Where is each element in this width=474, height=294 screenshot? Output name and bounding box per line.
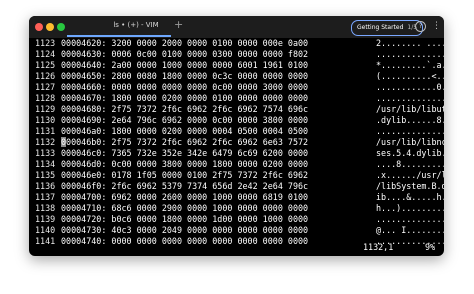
hex-bytes: 00004680: 2f75 7372 2f6c 6962 2f6c 6962 … — [61, 104, 309, 114]
hexdump-line[interactable]: 1135 000046e0: 0178 1f05 0000 0100 2f75 7… — [35, 170, 444, 181]
hexdump-line[interactable]: 1132 000046b0: 2f75 7372 2f6c 6962 2f6c 6… — [35, 137, 444, 148]
hexdump-line[interactable]: 1140 00004730: 40c3 0000 2049 0000 0000 0… — [35, 225, 444, 236]
hexdump-line[interactable]: 1134 000046d0: 0c00 0000 3800 0000 1800 0… — [35, 159, 444, 170]
hexdump-line[interactable]: 1124 00004630: 0006 0c00 0100 0000 0300 0… — [35, 49, 444, 60]
cursor-position: 1132,1 — [363, 242, 394, 252]
hex-bytes: 00004740: 0000 0000 0000 0000 0000 0000 … — [61, 236, 309, 246]
ascii-column: @... I.......... — [376, 225, 444, 235]
scroll-percent: 9% — [425, 242, 436, 252]
vim-terminal-window: ls • (+) - VIM + Getting Started 1/5 ? ⋮ … — [29, 16, 444, 256]
hex-bytes: 000046a0: 1800 0000 0200 0000 0004 0500 … — [61, 126, 309, 136]
hexdump-line[interactable]: 1138 00004710: 68c6 0000 2900 0000 1000 0… — [35, 203, 444, 214]
hex-bytes: 00004660: 0000 0000 0000 0000 0c00 0000 … — [61, 82, 309, 92]
hex-bytes: 00004730: 40c3 0000 2049 0000 0000 0000 … — [61, 225, 309, 235]
hexdump-line[interactable]: 1139 00004720: b0c6 0000 1800 0000 1d00 0… — [35, 214, 444, 225]
active-tab-indicator — [67, 35, 171, 37]
new-tab-button[interactable]: + — [174, 19, 183, 31]
ascii-column: /usr/lib/libutil — [376, 104, 444, 114]
line-number: 1131 — [35, 126, 56, 136]
more-options-icon[interactable]: ⋮ — [432, 19, 441, 33]
line-number: 1135 — [35, 170, 56, 180]
hexdump-line[interactable]: 1126 00004650: 2800 0080 1800 0000 0c3c 0… — [35, 71, 444, 82]
title-bar: ls • (+) - VIM + Getting Started 1/5 ? ⋮ — [29, 16, 444, 38]
hexdump-line[interactable]: 1137 00004700: 6962 0000 2600 0000 1000 0… — [35, 192, 444, 203]
hexdump-line[interactable]: 1125 00004640: 2a00 0000 1000 0000 0000 6… — [35, 60, 444, 71]
getting-started-button[interactable]: Getting Started 1/5 — [351, 20, 424, 36]
zoom-window-button[interactable] — [57, 23, 65, 31]
line-number: 1138 — [35, 203, 56, 213]
line-number: 1123 — [35, 38, 56, 48]
hex-bytes: 00004700: 6962 0000 2600 0000 1000 0000 … — [61, 192, 309, 202]
hex-bytes: 00004720: b0c6 0000 1800 0000 1d00 0000 … — [61, 214, 309, 224]
line-number: 1134 — [35, 159, 56, 169]
ascii-column: h...)........... — [376, 203, 444, 213]
line-number: 1127 — [35, 82, 56, 92]
help-icon[interactable]: ? — [415, 21, 426, 32]
line-number: 1126 — [35, 71, 56, 81]
ascii-column: /libSystem.B.dyl — [376, 181, 444, 191]
line-number: 1141 — [35, 236, 56, 246]
line-number: 1136 — [35, 181, 56, 191]
ascii-column: ................ — [376, 214, 444, 224]
hexdump-line[interactable]: 1133 000046c0: 7365 732e 352e 342e 6479 6… — [35, 148, 444, 159]
ascii-column: ............0... — [376, 82, 444, 92]
hex-bytes: 00004650: 2800 0080 1800 0000 0c3c 0000 … — [61, 71, 309, 81]
ascii-column: (..........<..... — [376, 71, 444, 81]
line-number: 1132 — [35, 137, 56, 147]
cursor: 0 — [61, 137, 67, 147]
ascii-column: ib....&.....h... — [376, 192, 444, 202]
line-number: 1140 — [35, 225, 56, 235]
hex-bytes: 00004690: 2e64 796c 6962 0000 0c00 0000 … — [61, 115, 309, 125]
line-number: 1128 — [35, 93, 56, 103]
hex-bytes: 00004670: 1800 0000 0200 0000 0100 0000 … — [61, 93, 309, 103]
line-number: 1130 — [35, 115, 56, 125]
minimize-window-button[interactable] — [46, 23, 54, 31]
line-number: 1139 — [35, 214, 56, 224]
ascii-column: .x....../usr/lib — [376, 170, 444, 180]
close-window-button[interactable] — [35, 23, 43, 31]
ascii-column: ses.5.4.dylib... — [376, 148, 444, 158]
ascii-column: *.........`.a. — [376, 60, 444, 70]
hexdump-line[interactable]: 1136 000046f0: 2f6c 6962 5379 7374 656d 2… — [35, 181, 444, 192]
hex-bytes: 000046e0: 0178 1f05 0000 0100 2f75 7372 … — [61, 170, 309, 180]
hex-bytes: 000046c0: 7365 732e 352e 342e 6479 6c69 … — [61, 148, 309, 158]
ascii-column: 2........ ........ — [376, 38, 444, 48]
hexdump-line[interactable]: 1127 00004660: 0000 0000 0000 0000 0c00 0… — [35, 82, 444, 93]
line-number: 1133 — [35, 148, 56, 158]
hex-bytes: 000046d0: 0c00 0000 3800 0000 1800 0000 … — [61, 159, 309, 169]
hexdump-line[interactable]: 1141 00004740: 0000 0000 0000 0000 0000 0… — [35, 236, 444, 247]
hexdump-line[interactable]: 1130 00004690: 2e64 796c 6962 0000 0c00 0… — [35, 115, 444, 126]
ascii-column: .dylib......8... — [376, 115, 444, 125]
tab-title[interactable]: ls • (+) - VIM — [91, 20, 181, 30]
hex-bytes: 00004710: 68c6 0000 2900 0000 1000 0000 … — [61, 203, 309, 213]
hexdump-line[interactable]: 1131 000046a0: 1800 0000 0200 0000 0004 0… — [35, 126, 444, 137]
hex-bytes: 000046b0: 2f75 7372 2f6c 6962 2f6c 6962 … — [61, 137, 309, 147]
hex-bytes: 00004630: 0006 0c00 0100 0000 0300 0000 … — [61, 49, 309, 59]
hex-bytes: 000046f0: 2f6c 6962 5379 7374 656d 2e42 … — [61, 181, 309, 191]
line-number: 1137 — [35, 192, 56, 202]
ascii-column: ............... — [376, 49, 444, 59]
hexdump-line[interactable]: 1123 00004620: 3200 0000 2000 0000 0100 0… — [35, 38, 444, 49]
line-number: 1129 — [35, 104, 56, 114]
ascii-column: ................ — [376, 93, 444, 103]
ascii-column: /usr/lib/libncur — [376, 137, 444, 147]
ascii-column: ....8........... — [376, 159, 444, 169]
hexdump-line[interactable]: 1129 00004680: 2f75 7372 2f6c 6962 2f6c 6… — [35, 104, 444, 115]
getting-started-label: Getting Started — [357, 24, 404, 31]
line-number: 1125 — [35, 60, 56, 70]
ascii-column: ................ — [376, 126, 444, 136]
hex-bytes: 00004640: 2a00 0000 1000 0000 0000 6001 … — [61, 60, 309, 70]
line-number: 1124 — [35, 49, 56, 59]
hex-bytes: 00004620: 3200 0000 2000 0000 0100 0000 … — [61, 38, 309, 48]
hexdump-line[interactable]: 1128 00004670: 1800 0000 0200 0000 0100 0… — [35, 93, 444, 104]
